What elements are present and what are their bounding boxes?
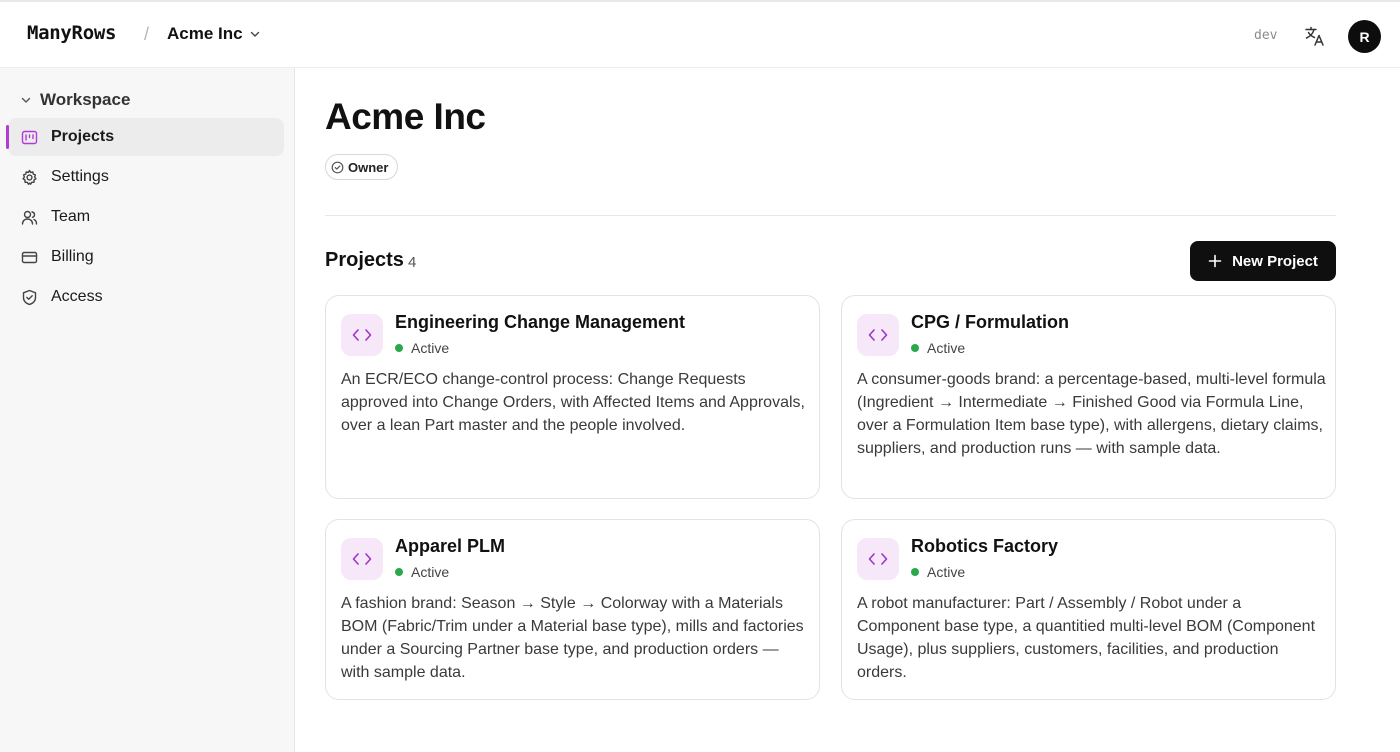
- sidebar-item-label: Access: [51, 288, 103, 305]
- sidebar: Workspace Projects Settings Team Billing…: [0, 68, 295, 752]
- sidebar-item-projects[interactable]: Projects: [6, 118, 284, 156]
- workspace-section-label: Workspace: [40, 90, 131, 109]
- project-card-title: Robotics Factory: [911, 536, 1059, 556]
- project-card-description: A robot manufacturer: Part / Assembly / …: [857, 595, 1316, 681]
- credit-card-icon: [21, 249, 38, 266]
- sidebar-item-team[interactable]: Team: [8, 198, 284, 236]
- gear-icon: [21, 169, 38, 186]
- project-status: Active: [911, 340, 965, 356]
- project-card-robotics-factory[interactable]: Robotics Factory Active A robot manufact…: [841, 519, 1336, 700]
- projects-heading: Projects: [325, 249, 404, 271]
- project-card-description: A consumer-goods brand: a percentage-bas…: [857, 371, 1326, 457]
- project-card-title: Apparel PLM: [395, 536, 506, 556]
- sidebar-item-label: Billing: [51, 248, 94, 265]
- new-project-label: New Project: [1232, 252, 1318, 270]
- plus-icon: [1208, 254, 1222, 268]
- check-circle-icon: [331, 161, 344, 173]
- shield-check-icon: [21, 289, 38, 306]
- project-card-title: CPG / Formulation: [911, 312, 1070, 332]
- translate-icon: [1305, 26, 1324, 46]
- sidebar-item-billing[interactable]: Billing: [8, 238, 284, 276]
- project-card-description: A fashion brand: Season → Style → Colorw…: [341, 595, 804, 681]
- org-switcher-label: Acme Inc: [167, 24, 243, 43]
- sidebar-item-label: Settings: [51, 168, 109, 185]
- code-icon: [341, 538, 383, 580]
- sidebar-item-settings[interactable]: Settings: [8, 158, 284, 196]
- environment-label: dev: [1254, 28, 1278, 43]
- breadcrumb-separator: /: [144, 24, 150, 44]
- active-indicator: [6, 125, 9, 149]
- status-dot: [911, 344, 919, 352]
- sidebar-item-label: Team: [51, 208, 91, 225]
- org-switcher[interactable]: Acme Inc: [167, 24, 261, 44]
- status-dot: [395, 568, 403, 576]
- projects-count: 4: [408, 254, 417, 271]
- project-status: Active: [911, 564, 965, 580]
- code-icon: [857, 538, 899, 580]
- project-card-cpg-formulation[interactable]: CPG / Formulation Active A consumer-good…: [841, 295, 1336, 499]
- project-card-apparel-plm[interactable]: Apparel PLM Active A fashion brand: Seas…: [325, 519, 820, 700]
- project-status-label: Active: [411, 340, 450, 356]
- sidebar-item-label: Projects: [51, 128, 115, 145]
- role-badge: Owner: [325, 154, 399, 180]
- project-card-description: An ECR/ECO change-control process: Chang…: [341, 371, 805, 434]
- project-card-engineering-change-management[interactable]: Engineering Change Management Active An …: [325, 295, 820, 499]
- users-icon: [21, 209, 38, 226]
- project-status-label: Active: [927, 340, 966, 356]
- top-bar: ManyRows / Acme Inc dev R: [0, 0, 1400, 68]
- chevron-down-icon: [250, 31, 259, 37]
- new-project-button[interactable]: New Project: [1190, 241, 1336, 281]
- app-logo[interactable]: ManyRows: [27, 22, 116, 44]
- code-icon: [857, 314, 899, 356]
- language-button[interactable]: [1302, 23, 1328, 49]
- status-dot: [395, 344, 403, 352]
- project-card-title: Engineering Change Management: [395, 312, 686, 332]
- workspace-section-toggle[interactable]: Workspace: [20, 90, 130, 110]
- main-content: Acme Inc Owner Projects 4 New Project En…: [295, 68, 1400, 752]
- section-divider: [325, 215, 1336, 216]
- status-dot: [911, 568, 919, 576]
- code-icon: [341, 314, 383, 356]
- user-avatar[interactable]: R: [1348, 20, 1381, 53]
- project-status-label: Active: [927, 564, 966, 580]
- sidebar-item-access[interactable]: Access: [8, 278, 284, 316]
- chevron-down-icon: [21, 97, 31, 103]
- project-status: Active: [395, 564, 449, 580]
- project-status: Active: [395, 340, 449, 356]
- kanban-icon: [21, 129, 38, 146]
- page-title: Acme Inc: [325, 96, 486, 137]
- role-badge-label: Owner: [348, 159, 389, 175]
- project-status-label: Active: [411, 564, 450, 580]
